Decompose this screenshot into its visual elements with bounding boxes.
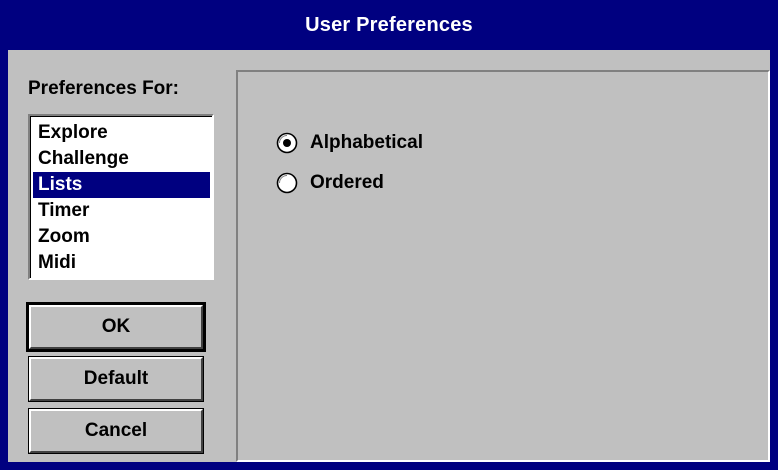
radio-ordered[interactable]: Ordered <box>276 170 384 196</box>
preferences-for-label: Preferences For: <box>28 78 180 99</box>
dialog-client-area: Preferences For: Explore Challenge Lists… <box>8 50 770 462</box>
ok-button[interactable]: OK <box>29 305 203 349</box>
user-preferences-dialog: User Preferences Preferences For: Explor… <box>0 0 778 470</box>
dialog-title: User Preferences <box>0 0 778 50</box>
list-item-explore[interactable]: Explore <box>33 120 210 146</box>
list-item-challenge[interactable]: Challenge <box>33 146 210 172</box>
options-panel: Alphabetical Ordered <box>236 70 770 462</box>
list-item-lists[interactable]: Lists <box>33 172 210 198</box>
radio-checked-icon <box>276 132 298 154</box>
radio-ordered-label: Ordered <box>310 172 384 193</box>
radio-unchecked-icon <box>276 172 298 194</box>
list-item-zoom[interactable]: Zoom <box>33 224 210 250</box>
radio-alphabetical-label: Alphabetical <box>310 132 423 153</box>
radio-alphabetical[interactable]: Alphabetical <box>276 130 423 156</box>
preferences-listbox[interactable]: Explore Challenge Lists Timer Zoom Midi <box>28 114 214 280</box>
list-item-midi[interactable]: Midi <box>33 250 210 276</box>
default-button[interactable]: Default <box>29 357 203 401</box>
cancel-button[interactable]: Cancel <box>29 409 203 453</box>
list-item-timer[interactable]: Timer <box>33 198 210 224</box>
